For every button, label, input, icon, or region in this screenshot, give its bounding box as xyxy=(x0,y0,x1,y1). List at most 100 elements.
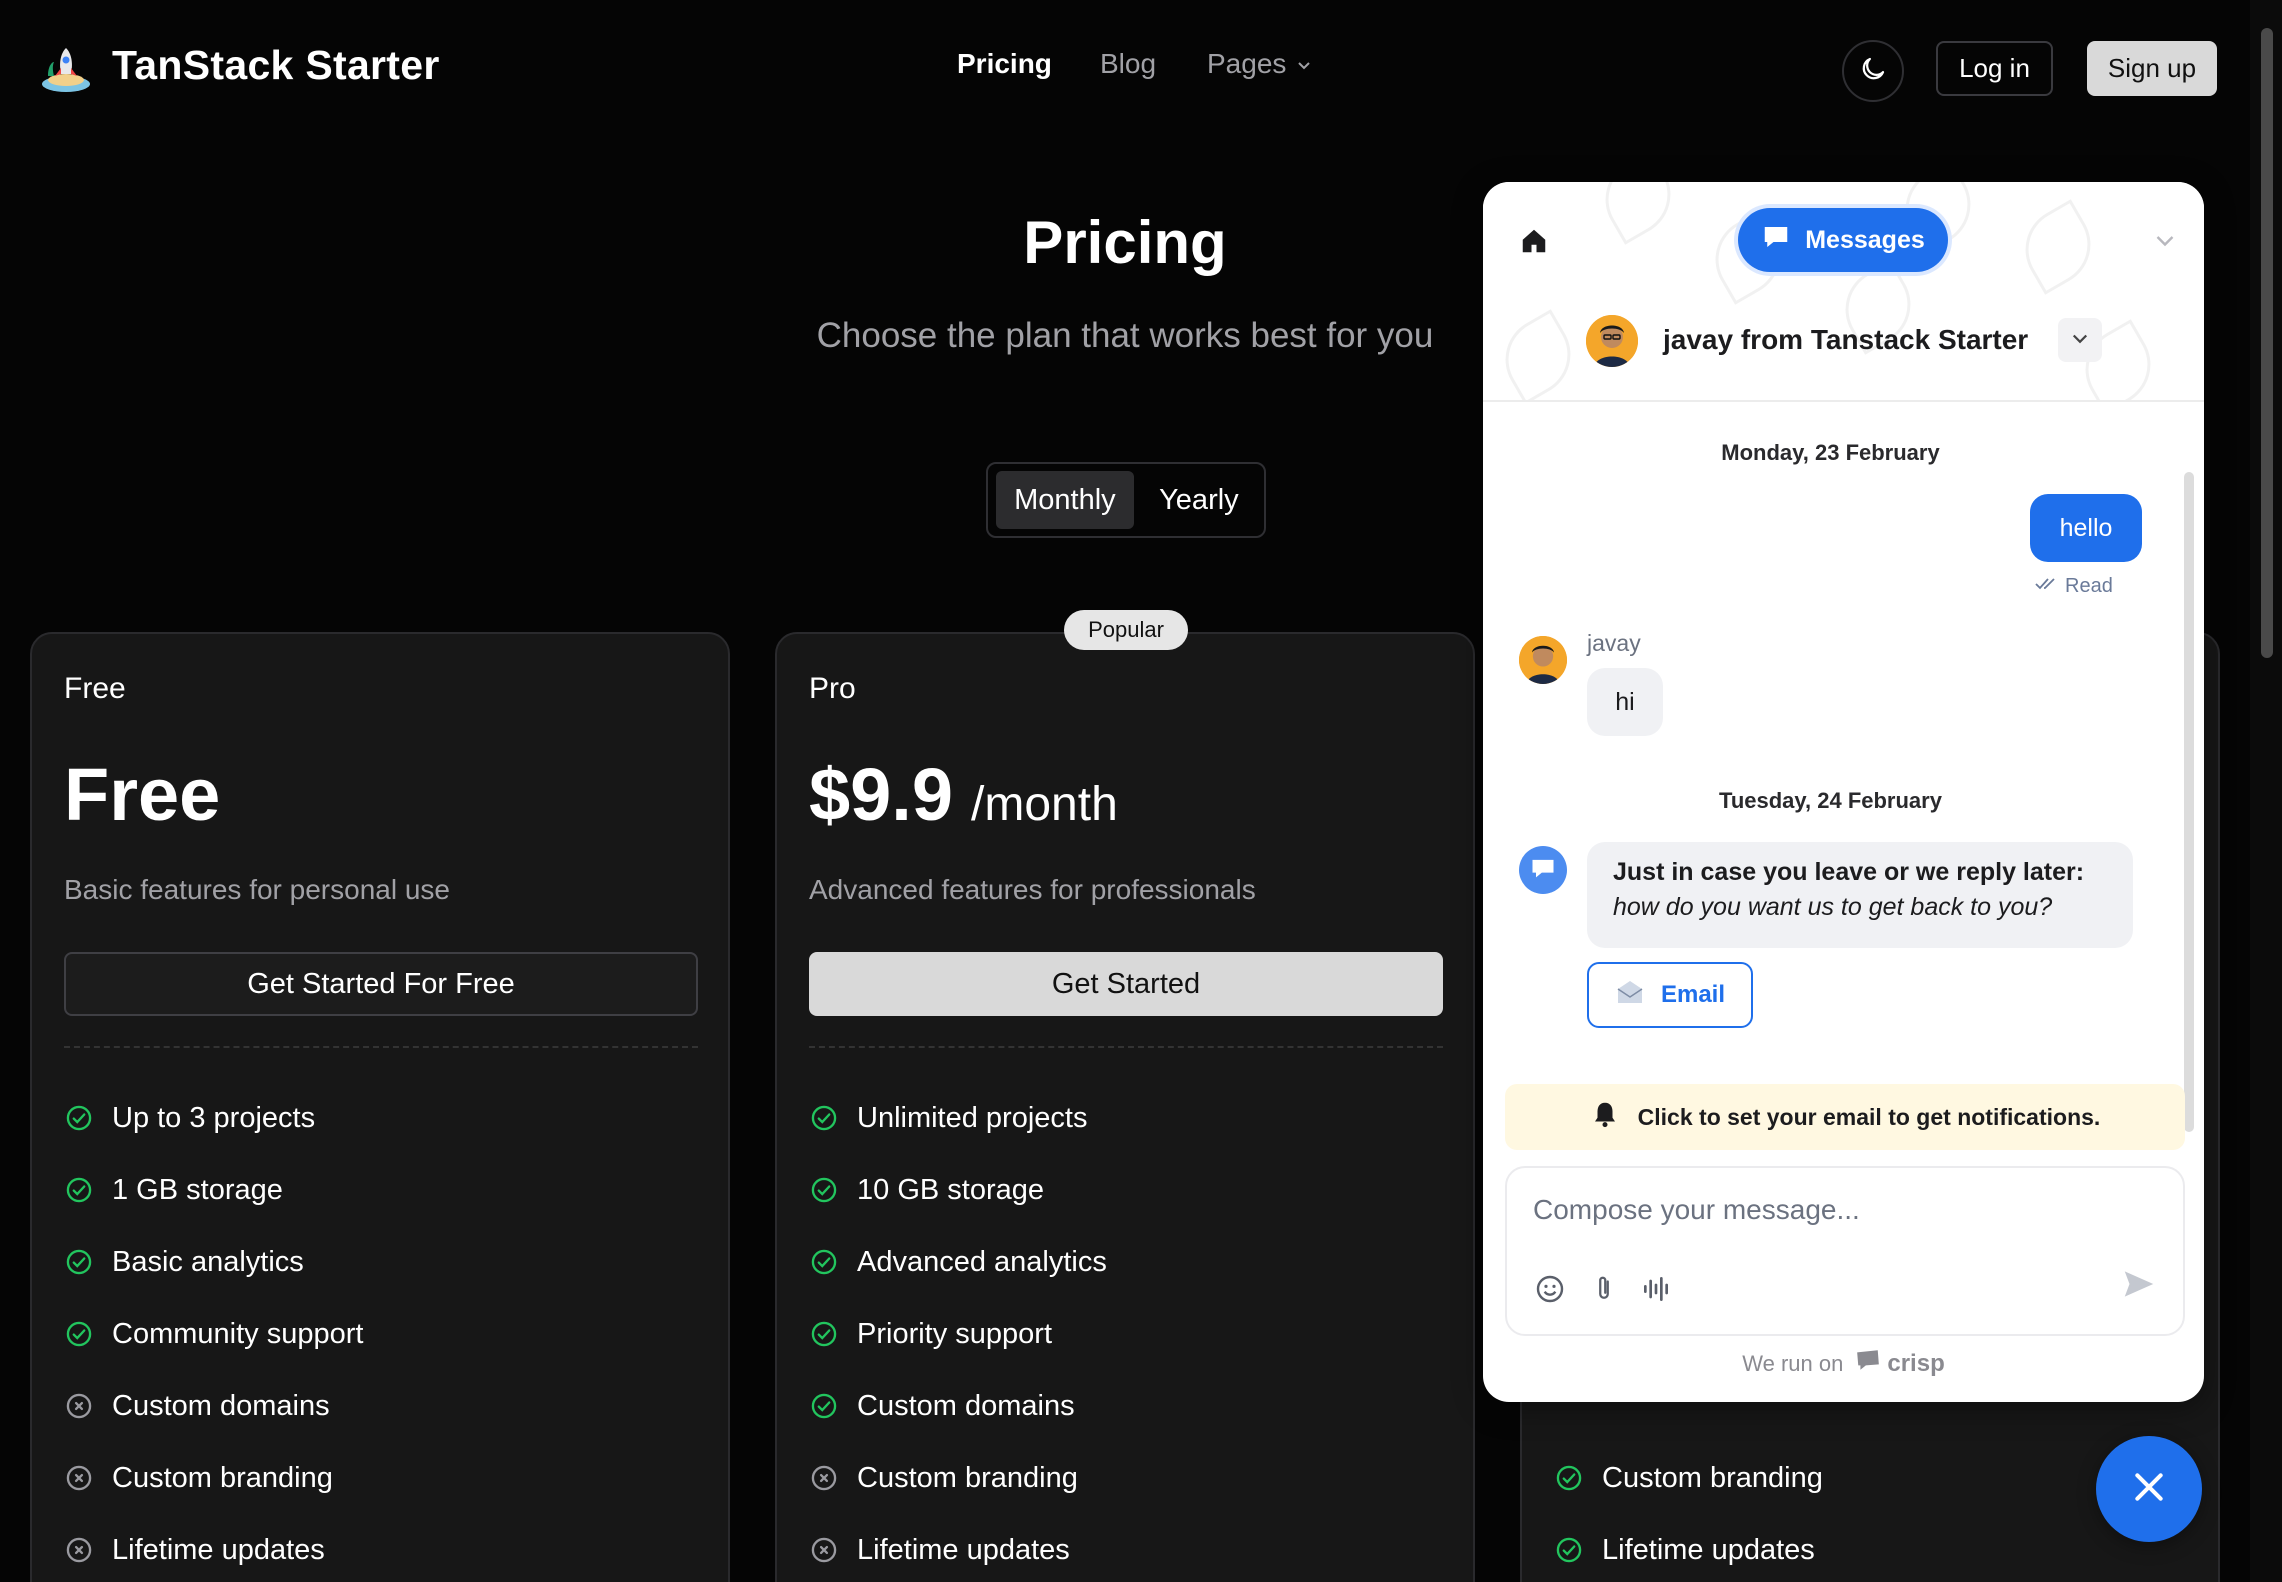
check-circle-icon xyxy=(64,1247,94,1277)
feature-item: 10 GB storage xyxy=(809,1154,1107,1226)
feature-list: Custom branding Lifetime updates xyxy=(1554,1442,1823,1582)
check-circle-icon xyxy=(1554,1463,1584,1493)
feature-label: Basic analytics xyxy=(112,1245,304,1278)
crisp-brand-label: crisp xyxy=(1887,1349,1945,1377)
chat-bubble-icon xyxy=(1529,855,1557,886)
site-logo-text[interactable]: TanStack Starter xyxy=(112,42,440,89)
feature-label: Custom domains xyxy=(857,1389,1075,1422)
page-scrollbar-thumb[interactable] xyxy=(2261,28,2273,658)
get-started-pro-button[interactable]: Get Started xyxy=(809,952,1443,1016)
feature-item: Lifetime updates xyxy=(809,1514,1107,1582)
plan-description: Advanced features for professionals xyxy=(809,874,1256,905)
feature-label: Lifetime updates xyxy=(1602,1533,1815,1566)
pattern-leaf xyxy=(2010,199,2106,295)
logo-icon[interactable] xyxy=(38,40,94,96)
feature-label: Up to 3 projects xyxy=(112,1101,316,1134)
bot-avatar xyxy=(1519,846,1567,894)
feature-label: Community support xyxy=(112,1317,364,1350)
plan-card-pro: Pro $9.9 /month Advanced features for pr… xyxy=(775,632,1475,1582)
feature-label: Lifetime updates xyxy=(112,1533,325,1566)
toggle-monthly[interactable]: Monthly xyxy=(996,471,1134,529)
feature-item: Custom domains xyxy=(809,1370,1107,1442)
paperclip-icon[interactable] xyxy=(1587,1272,1621,1306)
read-status-label: Read xyxy=(2065,575,2113,597)
check-circle-icon xyxy=(64,1319,94,1349)
feature-item: Custom domains xyxy=(64,1370,363,1442)
incoming-message: hi xyxy=(1587,668,1663,736)
agent-title: javay from Tanstack Starter xyxy=(1663,324,2029,355)
avatar xyxy=(1519,636,1567,684)
feature-item: 1 GB storage xyxy=(64,1154,363,1226)
chevron-down-icon xyxy=(2070,328,2090,353)
crisp-logo-icon xyxy=(1855,1348,1881,1379)
feature-label: Advanced analytics xyxy=(857,1245,1107,1278)
mailbox-icon xyxy=(1615,979,1645,1012)
bell-icon xyxy=(1590,1099,1620,1135)
popular-badge: Popular xyxy=(1064,610,1188,650)
nav-link-pricing[interactable]: Pricing xyxy=(957,48,1052,80)
x-circle-icon xyxy=(64,1535,94,1565)
feature-item: Custom branding xyxy=(1554,1442,1823,1514)
check-circle-icon xyxy=(64,1103,94,1133)
nav-dropdown-pages[interactable]: Pages xyxy=(1207,48,1312,80)
bot-message: Just in case you leave or we reply later… xyxy=(1587,842,2133,948)
moon-icon xyxy=(1858,54,1888,89)
check-circle-icon xyxy=(64,1175,94,1205)
powered-prefix: We run on xyxy=(1742,1350,1844,1376)
email-button-label: Email xyxy=(1660,981,1726,1008)
x-circle-icon xyxy=(64,1463,94,1493)
x-circle-icon xyxy=(809,1535,839,1565)
toggle-yearly[interactable]: Yearly xyxy=(1142,471,1256,529)
feature-label: Priority support xyxy=(857,1317,1053,1350)
powered-by[interactable]: We run on crisp xyxy=(1483,1348,2204,1379)
chat-scrollbar[interactable] xyxy=(2184,472,2194,1132)
plan-price-unit: /month xyxy=(971,778,1118,831)
email-notification-banner[interactable]: Click to set your email to get notificat… xyxy=(1505,1084,2185,1150)
page-scrollbar[interactable] xyxy=(2250,0,2282,1582)
double-check-icon xyxy=(2035,575,2059,598)
feature-item: Unlimited projects xyxy=(809,1082,1107,1154)
feature-label: Custom branding xyxy=(1602,1461,1823,1494)
login-button[interactable]: Log in xyxy=(1936,41,2053,96)
crisp-brand: crisp xyxy=(1855,1348,1945,1379)
feature-item: Up to 3 projects xyxy=(64,1082,363,1154)
feature-item: Priority support xyxy=(809,1298,1107,1370)
sender-name: javay xyxy=(1587,630,1641,656)
nav-link-blog[interactable]: Blog xyxy=(1100,48,1156,80)
chat-close-button[interactable] xyxy=(2096,1436,2202,1542)
feature-list: Up to 3 projects 1 GB storage Basic analyt… xyxy=(64,1082,363,1582)
home-icon[interactable] xyxy=(1519,226,1549,261)
chevron-down-icon[interactable] xyxy=(2153,228,2177,257)
send-icon[interactable] xyxy=(2117,1262,2161,1306)
messages-tab[interactable]: Messages xyxy=(1738,208,1948,272)
chat-bubble-icon xyxy=(1761,223,1791,258)
compose-input[interactable] xyxy=(1533,1194,2133,1226)
plan-name: Free xyxy=(64,672,126,705)
feature-item: Custom branding xyxy=(64,1442,363,1514)
check-circle-icon xyxy=(809,1391,839,1421)
plan-name: Pro xyxy=(809,672,856,705)
plan-price-row: $9.9 /month xyxy=(809,752,1118,837)
message-composer xyxy=(1505,1166,2185,1336)
signup-button[interactable]: Sign up xyxy=(2087,41,2217,96)
theme-toggle-button[interactable] xyxy=(1842,40,1904,102)
plan-card-free: Free Free Basic features for personal us… xyxy=(30,632,730,1582)
date-separator: Monday, 23 February xyxy=(1721,440,1940,465)
email-button[interactable]: Email xyxy=(1587,962,1753,1028)
plan-price: Free xyxy=(64,753,221,836)
bot-message-question: how do you want us to get back to you? xyxy=(1613,893,2053,921)
pattern-leaf xyxy=(1490,309,1586,400)
check-circle-icon xyxy=(1554,1535,1584,1565)
audio-wave-icon[interactable] xyxy=(1639,1272,1673,1306)
feature-item: Custom branding xyxy=(809,1442,1107,1514)
plan-price: $9.9 xyxy=(809,753,954,836)
divider xyxy=(809,1046,1443,1048)
chevron-down-icon xyxy=(1296,48,1312,80)
chat-header: Messages javay from Tanstack Starter xyxy=(1483,182,2204,402)
agent-menu-button[interactable] xyxy=(2058,318,2102,362)
emoji-icon[interactable] xyxy=(1533,1272,1567,1306)
feature-label: Custom branding xyxy=(857,1461,1078,1494)
site-header: TanStack Starter Pricing Blog Pages Log … xyxy=(0,0,2250,136)
get-started-free-button[interactable]: Get Started For Free xyxy=(64,952,698,1016)
check-circle-icon xyxy=(809,1103,839,1133)
